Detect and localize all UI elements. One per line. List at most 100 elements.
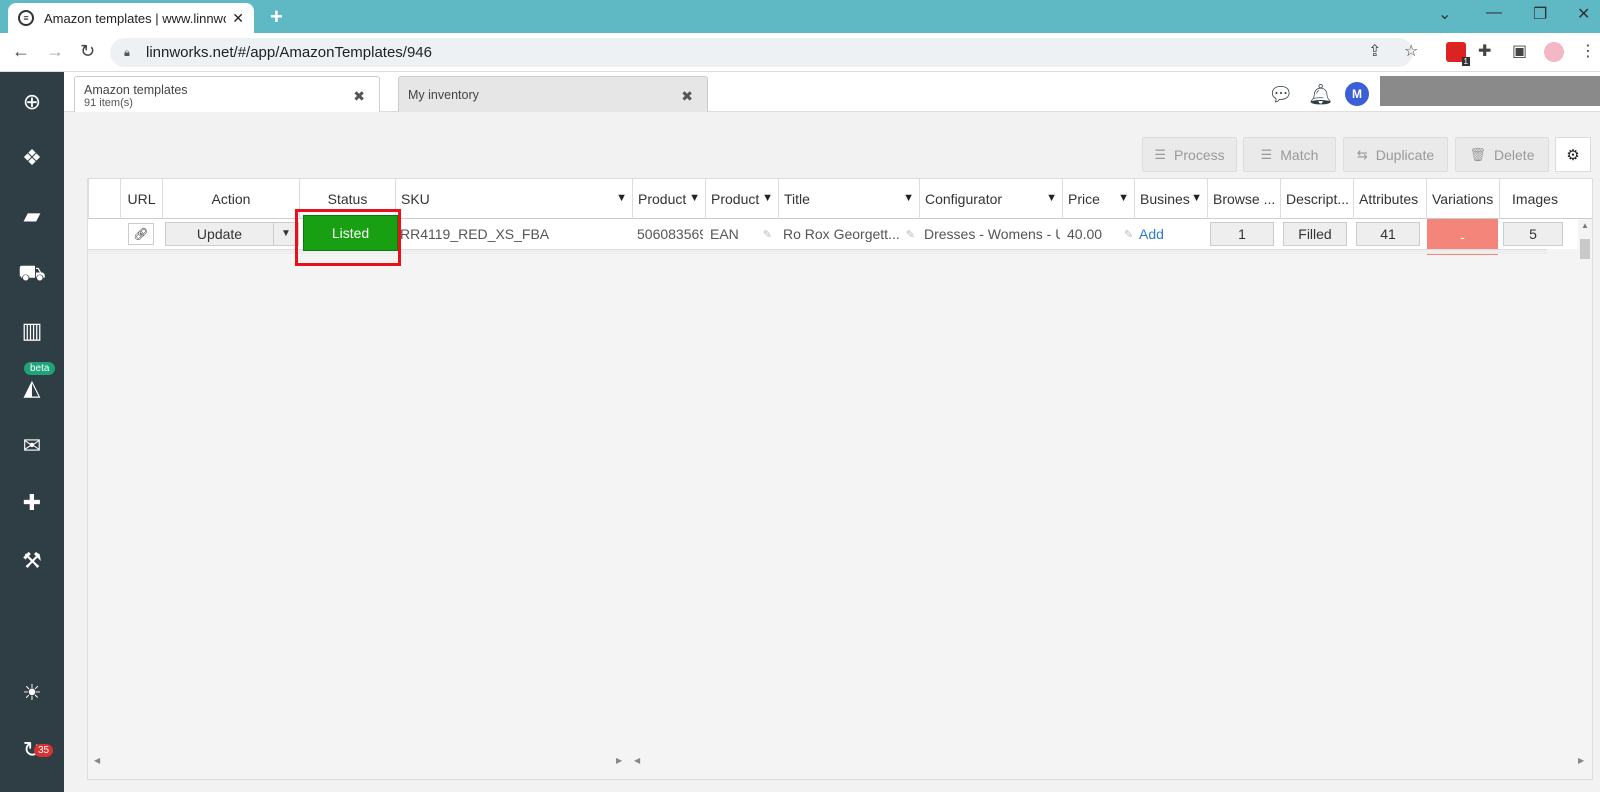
close-tab-amazon-templates-icon[interactable]: ✖: [353, 88, 365, 105]
scroll-left-icon[interactable]: ◀: [94, 756, 100, 765]
link-chain-icon: 🔗︎: [133, 227, 149, 241]
linnworks-logo-icon[interactable]: ⊕: [16, 86, 48, 118]
price-cell[interactable]: 40.00 ✎: [1067, 219, 1133, 249]
minimize-icon[interactable]: —: [1486, 4, 1502, 22]
reload-icon[interactable]: ↻: [80, 41, 95, 62]
products-icon[interactable]: ❖: [16, 142, 48, 174]
column-browse[interactable]: Browse ...: [1207, 179, 1280, 219]
column-action[interactable]: Action: [162, 179, 299, 219]
configurator-cell[interactable]: Dresses - Womens - U: [924, 219, 1060, 249]
product-type-value: EAN: [710, 226, 739, 242]
column-product-type[interactable]: Product ▼: [705, 179, 778, 219]
ideas-lightbulb-icon[interactable]: ☀: [16, 677, 48, 709]
grid-settings-button[interactable]: ⚙: [1555, 137, 1591, 172]
profile-glasses-icon[interactable]: [1544, 42, 1564, 62]
apps-puzzle-icon[interactable]: ✚: [16, 487, 48, 519]
templates-grid: URL Action Status SKU ▼ Product ▼ Product ▼…: [87, 178, 1593, 780]
price-filter-icon[interactable]: ▼: [1118, 192, 1129, 204]
user-avatar[interactable]: M: [1345, 82, 1369, 106]
column-images[interactable]: Images: [1499, 179, 1570, 219]
column-configurator[interactable]: Configurator ▼: [919, 179, 1062, 219]
configurator-filter-icon[interactable]: ▼: [1046, 192, 1057, 204]
edit-icon[interactable]: ✎: [906, 228, 915, 241]
match-button[interactable]: ☰ Match: [1243, 137, 1336, 172]
delete-button[interactable]: 🗑︎ Delete: [1455, 137, 1549, 172]
column-url[interactable]: URL: [120, 179, 162, 219]
column-select[interactable]: [88, 179, 120, 219]
action-dropdown[interactable]: Update ▼: [165, 222, 299, 246]
column-title[interactable]: Title ▼: [778, 179, 919, 219]
column-sku[interactable]: SKU ▼: [395, 179, 632, 219]
process-label: Process: [1174, 146, 1225, 163]
scroll-thumb[interactable]: [1580, 239, 1590, 259]
sku-cell[interactable]: RR4119_RED_XS_FBA: [400, 219, 630, 249]
column-business-label: Busines: [1140, 191, 1190, 207]
side-panel-icon[interactable]: ▣: [1512, 41, 1527, 61]
settings-wrench-icon[interactable]: ⚒: [16, 545, 48, 577]
back-icon[interactable]: ←: [12, 41, 30, 62]
column-configurator-label: Configurator: [925, 191, 1003, 207]
column-price[interactable]: Price ▼: [1062, 179, 1134, 219]
share-icon[interactable]: ⇪: [1368, 41, 1381, 61]
chat-bubble-icon[interactable]: 💬︎: [1268, 82, 1293, 107]
reports-bar-chart-icon[interactable]: ▥: [16, 315, 48, 347]
column-description[interactable]: Descript...: [1280, 179, 1353, 219]
account-bar[interactable]: [1380, 76, 1600, 106]
column-product-id[interactable]: Product ▼: [632, 179, 705, 219]
scroll-left-icon[interactable]: ◀: [634, 756, 640, 765]
action-label: Update: [166, 223, 274, 245]
extensions-puzzle-icon[interactable]: ✚: [1478, 41, 1491, 61]
product-id-value: 506083569: [637, 226, 703, 242]
product-id-filter-icon[interactable]: ▼: [689, 192, 700, 204]
business-add-link[interactable]: Add: [1139, 219, 1205, 249]
sku-filter-icon[interactable]: ▼: [616, 192, 627, 204]
vertical-scrollbar[interactable]: ▲: [1578, 219, 1592, 754]
duplicate-label: Duplicate: [1375, 146, 1435, 163]
horizontal-scrollbar[interactable]: ◀ ▶ ◀ ▶: [88, 754, 1592, 772]
tab-my-inventory[interactable]: My inventory ✖: [398, 76, 708, 112]
column-attributes[interactable]: Attributes: [1353, 179, 1426, 219]
match-label: Match: [1280, 146, 1319, 163]
title-filter-icon[interactable]: ▼: [903, 192, 914, 204]
product-id-cell[interactable]: 506083569: [637, 219, 703, 249]
address-bar[interactable]: 🔒︎ linnworks.net/#/app/AmazonTemplates/9…: [110, 38, 1413, 67]
process-button[interactable]: ☰ Process: [1142, 137, 1237, 172]
bookmark-star-icon[interactable]: ☆: [1404, 41, 1418, 61]
product-type-cell[interactable]: EAN ✎: [710, 219, 776, 249]
scroll-up-icon[interactable]: ▲: [1581, 221, 1589, 230]
scroll-right-icon[interactable]: ▶: [1578, 756, 1584, 765]
notification-bell-icon[interactable]: 🔔︎: [1308, 82, 1333, 107]
browse-node-button[interactable]: 1: [1210, 222, 1274, 246]
close-window-icon[interactable]: ✕: [1577, 4, 1590, 24]
shipping-truck-icon[interactable]: ⛟: [16, 258, 48, 290]
restore-icon[interactable]: ❐: [1533, 4, 1547, 24]
images-button[interactable]: 5: [1503, 222, 1563, 246]
tab-amazon-templates[interactable]: Amazon templates 91 item(s) ✖: [74, 76, 380, 112]
browser-tab[interactable]: ≡ Amazon templates | www.linnwo ✕: [8, 3, 254, 33]
title-cell[interactable]: Ro Rox Georgett... ✎: [783, 219, 917, 249]
browser-tab-title: Amazon templates | www.linnwo: [44, 10, 227, 26]
description-button[interactable]: Filled: [1283, 222, 1347, 246]
app-header: Amazon templates 91 item(s) ✖ My invento…: [64, 72, 1600, 112]
url-link-button[interactable]: 🔗︎: [128, 223, 154, 245]
trash-icon: 🗑︎: [1469, 146, 1487, 162]
analytics-area-chart-icon[interactable]: ◭: [16, 372, 48, 404]
attributes-button[interactable]: 41: [1356, 222, 1420, 246]
forward-icon[interactable]: →: [46, 41, 64, 62]
product-type-filter-icon[interactable]: ▼: [762, 192, 773, 204]
edit-icon[interactable]: ✎: [763, 228, 772, 241]
close-tab-icon[interactable]: ✕: [232, 10, 244, 27]
scroll-right-icon[interactable]: ▶: [616, 756, 622, 765]
column-business[interactable]: Busines ▼: [1134, 179, 1207, 219]
business-filter-icon[interactable]: ▼: [1191, 192, 1202, 204]
close-tab-my-inventory-icon[interactable]: ✖: [681, 88, 693, 105]
orders-book-icon[interactable]: ▰: [16, 200, 48, 232]
new-tab-icon[interactable]: +: [270, 4, 283, 30]
duplicate-button[interactable]: ⇆ Duplicate: [1343, 137, 1448, 172]
extension-red-icon[interactable]: 1: [1446, 42, 1470, 66]
tab-search-chevron-icon[interactable]: ⌄: [1438, 4, 1451, 24]
column-variations[interactable]: Variations: [1426, 179, 1499, 219]
edit-icon[interactable]: ✎: [1124, 228, 1133, 241]
browser-menu-icon[interactable]: ⋮: [1580, 41, 1596, 61]
messages-envelope-icon[interactable]: ✉: [16, 430, 48, 462]
